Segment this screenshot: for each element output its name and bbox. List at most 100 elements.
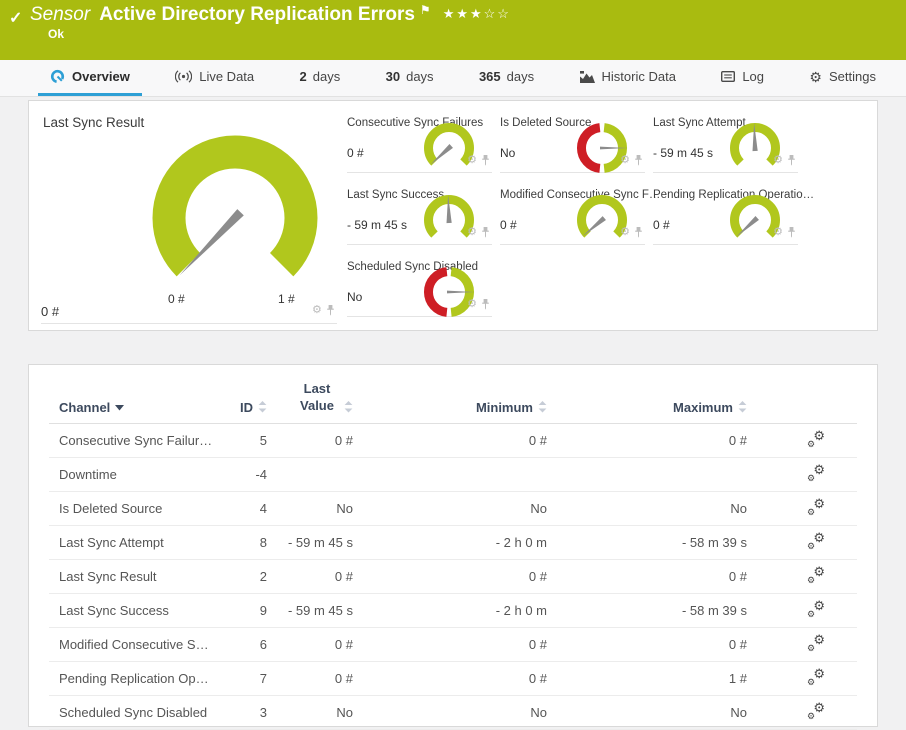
channel-cell[interactable]: Last Sync Result	[49, 569, 209, 584]
gauge-gear-icon[interactable]: ⚙	[620, 227, 630, 238]
gauge-pin-icon[interactable]	[481, 227, 490, 238]
gauge-pin-icon[interactable]	[481, 299, 490, 310]
channel-cell[interactable]: Is Deleted Source	[49, 501, 209, 516]
last-value-cell: 0 #	[334, 432, 353, 448]
gauge-gear-icon[interactable]: ⚙	[620, 155, 630, 166]
small-gauge-grid: Consecutive Sync Failures 0 # ⚙ Is Deleted …	[347, 101, 814, 317]
column-header-id[interactable]: ID	[209, 400, 267, 415]
tab-settings[interactable]: ⚙ Settings	[797, 60, 888, 96]
table-header-row: Channel ID Last Value Minimum Maximum	[49, 365, 857, 424]
channel-table-panel: Channel ID Last Value Minimum Maximum Co…	[28, 364, 878, 730]
table-row[interactable]: Pending Replication Op… 7 0 # 0 # 1 # ⚙ ⚙	[49, 662, 857, 696]
column-header-maximum[interactable]: Maximum	[547, 400, 747, 415]
tab-live-data[interactable]: Live Data	[163, 60, 266, 96]
tab-overview[interactable]: Overview	[38, 60, 142, 96]
table-row[interactable]: Downtime -4 ⚙ ⚙	[49, 458, 857, 492]
row-actions-cell: ⚙ ⚙	[747, 565, 859, 585]
gauge-dial	[424, 123, 474, 166]
row-actions-cell: ⚙ ⚙	[747, 633, 859, 653]
channel-settings-gears-icon[interactable]: ⚙ ⚙	[807, 429, 825, 449]
minimum-cell: 0 #	[528, 670, 547, 686]
last-value-cell: 0 #	[334, 670, 353, 686]
table-row[interactable]: Modified Consecutive S… 6 0 # 0 # 0 # ⚙ ⚙	[49, 628, 857, 662]
gauge-actions: ⚙	[620, 227, 643, 238]
column-header-maximum-label: Maximum	[673, 399, 733, 415]
last-value-cell: No	[336, 500, 353, 516]
gauge-dial	[577, 195, 627, 238]
channel-settings-gears-icon[interactable]: ⚙ ⚙	[807, 531, 825, 551]
tab-label: days	[406, 69, 434, 84]
minimum-cell: No	[530, 704, 547, 720]
channel-settings-gears-icon[interactable]: ⚙ ⚙	[807, 497, 825, 517]
table-row[interactable]: Consecutive Sync Failur… 5 0 # 0 # 0 # ⚙ ⚙	[49, 424, 857, 458]
channel-settings-gears-icon[interactable]: ⚙ ⚙	[807, 463, 825, 483]
tab-30-days[interactable]: 30 days	[374, 60, 446, 96]
gauge-pin-icon[interactable]	[787, 155, 796, 166]
gauge-actions: ⚙	[773, 155, 796, 166]
sort-toggle-icon	[538, 400, 547, 413]
row-actions-cell: ⚙ ⚙	[747, 701, 859, 721]
sort-descending-caret-icon	[115, 404, 125, 411]
gauge-pin-icon[interactable]	[326, 305, 335, 316]
gauge-cell-last-sync-attempt: Last Sync Attempt - 59 m 45 s ⚙	[653, 101, 798, 173]
channel-cell[interactable]: Last Sync Attempt	[49, 535, 209, 550]
channel-settings-gears-icon[interactable]: ⚙ ⚙	[807, 599, 825, 619]
channel-settings-gears-icon[interactable]: ⚙ ⚙	[807, 701, 825, 721]
gauge-dial	[424, 195, 474, 238]
priority-stars[interactable]: ★★★☆☆	[443, 6, 511, 22]
table-row[interactable]: Scheduled Sync Disabled 3 No No No ⚙ ⚙	[49, 696, 857, 730]
column-header-minimum[interactable]: Minimum	[353, 400, 547, 415]
channel-settings-gears-icon[interactable]: ⚙ ⚙	[807, 633, 825, 653]
channel-cell[interactable]: Last Sync Success	[49, 603, 209, 618]
channel-cell[interactable]: Downtime	[49, 467, 209, 482]
tab-label: Settings	[828, 69, 876, 84]
gauge-actions: ⚙	[467, 155, 490, 166]
gauge-dial	[423, 267, 475, 317]
channel-cell[interactable]: Modified Consecutive S…	[49, 637, 209, 652]
channel-cell[interactable]: Scheduled Sync Disabled	[49, 705, 209, 720]
tab-log[interactable]: Log	[709, 60, 776, 96]
tab-historic-data[interactable]: Historic Data	[568, 60, 688, 96]
channel-settings-gears-icon[interactable]: ⚙ ⚙	[807, 667, 825, 687]
gauge-pin-icon[interactable]	[634, 155, 643, 166]
table-row[interactable]: Last Sync Success 9 - 59 m 45 s - 2 h 0 m - …	[49, 594, 857, 628]
tab-label: Live Data	[199, 69, 255, 84]
gauge-pin-icon[interactable]	[787, 227, 796, 238]
gauge-cell-modified-consecutive-sync-f: Modified Consecutive Sync F… 0 # ⚙	[500, 173, 660, 245]
table-row[interactable]: Last Sync Attempt 8 - 59 m 45 s - 2 h 0 m - …	[49, 526, 857, 560]
gauge-gear-icon[interactable]: ⚙	[312, 305, 322, 316]
column-header-last-value-label: Last Value	[300, 381, 334, 413]
tab-2-days[interactable]: 2 days	[288, 60, 353, 96]
gauge-gear-icon[interactable]: ⚙	[467, 227, 477, 238]
main-gauge-scale-max: 1 #	[278, 292, 295, 306]
sort-descending-caret-icon	[115, 404, 125, 411]
gauge-value: 0 #	[653, 218, 670, 232]
main-gauge-scale-min: 0 #	[168, 292, 185, 306]
tab-365-days[interactable]: 365 days	[467, 60, 546, 96]
column-header-channel[interactable]: Channel	[49, 400, 209, 415]
priority-flag-icon[interactable]: ⚑	[420, 3, 431, 17]
gauge-gear-icon[interactable]: ⚙	[467, 299, 477, 310]
status-check-icon: ✓	[9, 10, 23, 27]
channel-cell[interactable]: Pending Replication Op…	[49, 671, 209, 686]
minimum-cell: 0 #	[528, 636, 547, 652]
sensor-header-bar: ✓ Sensor Active Directory Replication Er…	[0, 0, 906, 60]
gauge-gear-icon[interactable]: ⚙	[773, 155, 783, 166]
table-row[interactable]: Is Deleted Source 4 No No No ⚙ ⚙	[49, 492, 857, 526]
main-gauge-divider	[41, 323, 337, 324]
last-value-cell: No	[336, 704, 353, 720]
gauge-gear-icon[interactable]: ⚙	[773, 227, 783, 238]
tab-bar: Overview Live Data 2 days 30 days 365 days Histo…	[0, 60, 906, 97]
gauge-cell-scheduled-sync-disabled: Scheduled Sync Disabled No ⚙	[347, 245, 492, 317]
channel-cell[interactable]: Consecutive Sync Failur…	[49, 433, 212, 448]
channel-settings-gears-icon[interactable]: ⚙ ⚙	[807, 565, 825, 585]
gauge-cell-pending-replication-operatio: Pending Replication Operatio… 0 # ⚙	[653, 173, 814, 245]
gauge-pin-icon[interactable]	[634, 227, 643, 238]
gauge-pin-icon[interactable]	[481, 155, 490, 166]
column-header-last-value[interactable]: Last Value	[267, 381, 353, 415]
sensor-title-row: Sensor Active Directory Replication Erro…	[30, 3, 511, 26]
gauge-value: 0 #	[347, 146, 364, 160]
gauge-actions: ⚙	[620, 155, 643, 166]
gauge-gear-icon[interactable]: ⚙	[467, 155, 477, 166]
table-row[interactable]: Last Sync Result 2 0 # 0 # 0 # ⚙ ⚙	[49, 560, 857, 594]
